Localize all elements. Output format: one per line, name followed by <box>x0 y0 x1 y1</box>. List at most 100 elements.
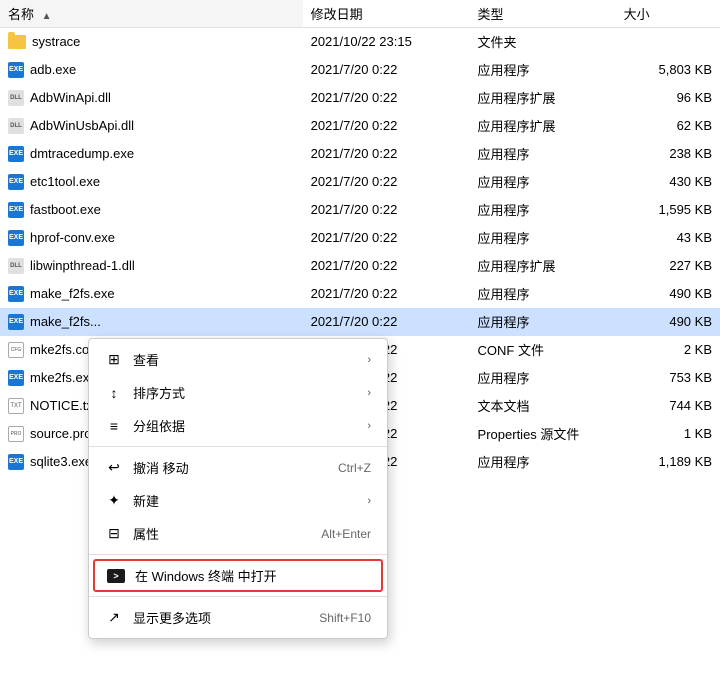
folder-icon <box>8 35 26 49</box>
ctx-shortcut-more: Shift+F10 <box>319 611 371 625</box>
file-type: 应用程序 <box>470 308 616 336</box>
ctx-arrow-view: › <box>367 354 371 366</box>
file-type: CONF 文件 <box>470 336 616 364</box>
table-row[interactable]: DLL libwinpthread-1.dll 2021/7/20 0:22 应… <box>0 252 720 280</box>
file-date: 2021/7/20 0:22 <box>303 112 470 140</box>
file-type: 应用程序 <box>470 196 616 224</box>
file-type: 文件夹 <box>470 28 616 56</box>
file-type: 应用程序扩展 <box>470 252 616 280</box>
file-date: 2021/7/20 0:22 <box>303 308 470 336</box>
table-row[interactable]: EXE dmtracedump.exe 2021/7/20 0:22 应用程序 … <box>0 140 720 168</box>
ctx-label-more: 显示更多选项 <box>133 608 309 627</box>
sort-arrow-icon: ▲ <box>42 11 52 22</box>
ctx-label-terminal: 在 Windows 终端 中打开 <box>135 566 369 585</box>
props-icon: ⊟ <box>105 525 123 543</box>
table-row[interactable]: EXE make_f2fs.exe 2021/7/20 0:22 应用程序 49… <box>0 280 720 308</box>
file-size: 744 KB <box>616 392 720 420</box>
table-row[interactable]: DLL AdbWinApi.dll 2021/7/20 0:22 应用程序扩展 … <box>0 84 720 112</box>
file-date: 2021/7/20 0:22 <box>303 84 470 112</box>
file-type: 应用程序 <box>470 140 616 168</box>
col-header-size[interactable]: 大小 <box>616 0 720 28</box>
ctx-label-group: 分组依据 <box>133 416 357 435</box>
table-row[interactable]: EXE fastboot.exe 2021/7/20 0:22 应用程序 1,5… <box>0 196 720 224</box>
ctx-item-sort[interactable]: ↕排序方式› <box>89 376 387 409</box>
file-date: 2021/7/20 0:22 <box>303 224 470 252</box>
file-name-cell: systrace <box>0 28 303 56</box>
context-menu-divider <box>89 554 387 555</box>
file-size: 1 KB <box>616 420 720 448</box>
terminal-icon <box>107 569 125 583</box>
file-type: 应用程序 <box>470 224 616 252</box>
file-date: 2021/7/20 0:22 <box>303 168 470 196</box>
file-name-cell: DLL AdbWinUsbApi.dll <box>0 112 303 140</box>
exe-icon: EXE <box>8 174 24 190</box>
file-type: 应用程序扩展 <box>470 84 616 112</box>
exe-icon: EXE <box>8 146 24 162</box>
ctx-item-undo[interactable]: ↩撤消 移动Ctrl+Z <box>89 451 387 484</box>
exe-icon: EXE <box>8 370 24 386</box>
exe-icon: EXE <box>8 202 24 218</box>
file-name-cell: EXE hprof-conv.exe <box>0 224 303 252</box>
ctx-item-new[interactable]: ✦新建› <box>89 484 387 517</box>
ctx-arrow-sort: › <box>367 387 371 399</box>
file-date: 2021/7/20 0:22 <box>303 140 470 168</box>
table-row[interactable]: DLL AdbWinUsbApi.dll 2021/7/20 0:22 应用程序… <box>0 112 720 140</box>
context-menu-divider <box>89 596 387 597</box>
file-name-cell: DLL AdbWinApi.dll <box>0 84 303 112</box>
file-type: 应用程序 <box>470 448 616 476</box>
file-size: 238 KB <box>616 140 720 168</box>
ctx-label-new: 新建 <box>133 491 357 510</box>
file-size: 1,189 KB <box>616 448 720 476</box>
dll-icon: DLL <box>8 118 24 134</box>
table-row[interactable]: EXE adb.exe 2021/7/20 0:22 应用程序 5,803 KB <box>0 56 720 84</box>
ctx-shortcut-properties: Alt+Enter <box>321 527 371 541</box>
file-name-cell: EXE make_f2fs.exe <box>0 280 303 308</box>
file-type: 应用程序 <box>470 364 616 392</box>
file-size: 227 KB <box>616 252 720 280</box>
dll-icon: DLL <box>8 90 24 106</box>
ctx-shortcut-undo: Ctrl+Z <box>338 461 371 475</box>
context-menu-divider <box>89 446 387 447</box>
exe-icon: EXE <box>8 454 24 470</box>
file-size: 62 KB <box>616 112 720 140</box>
exe-icon: EXE <box>8 62 24 78</box>
file-type: 应用程序 <box>470 168 616 196</box>
ctx-item-terminal[interactable]: 在 Windows 终端 中打开 <box>93 559 383 592</box>
file-size: 96 KB <box>616 84 720 112</box>
exe-icon: EXE <box>8 286 24 302</box>
table-row[interactable]: EXE hprof-conv.exe 2021/7/20 0:22 应用程序 4… <box>0 224 720 252</box>
col-header-date[interactable]: 修改日期 <box>303 0 470 28</box>
sort-icon: ↕ <box>105 384 123 402</box>
file-size <box>616 28 720 56</box>
col-header-type[interactable]: 类型 <box>470 0 616 28</box>
ctx-item-view[interactable]: ⊞ 查看 › <box>89 343 387 376</box>
ctx-label-view: 查看 <box>133 350 357 369</box>
file-type: 应用程序扩展 <box>470 112 616 140</box>
file-size: 2 KB <box>616 336 720 364</box>
txt-icon: TXT <box>8 398 24 414</box>
col-header-name[interactable]: 名称 ▲ <box>0 0 303 28</box>
ctx-arrow-new: › <box>367 495 371 507</box>
table-row[interactable]: EXE make_f2fs... 2021/7/20 0:22 应用程序 490… <box>0 308 720 336</box>
file-size: 490 KB <box>616 308 720 336</box>
file-name-cell: EXE fastboot.exe <box>0 196 303 224</box>
file-date: 2021/7/20 0:22 <box>303 252 470 280</box>
file-size: 43 KB <box>616 224 720 252</box>
ctx-label-properties: 属性 <box>133 524 311 543</box>
file-name-cell: EXE dmtracedump.exe <box>0 140 303 168</box>
exe-icon: EXE <box>8 314 24 330</box>
file-name-cell: EXE make_f2fs... <box>0 308 303 336</box>
table-row[interactable]: systrace 2021/10/22 23:15 文件夹 <box>0 28 720 56</box>
conf-icon: CFG <box>8 342 24 358</box>
ctx-item-group[interactable]: ≡分组依据› <box>89 409 387 442</box>
file-name-cell: DLL libwinpthread-1.dll <box>0 252 303 280</box>
prop-icon: PRO <box>8 426 24 442</box>
ctx-item-properties[interactable]: ⊟ 属性 Alt+Enter <box>89 517 387 550</box>
file-size: 1,595 KB <box>616 196 720 224</box>
context-menu: ⊞查看›↕排序方式›≡分组依据›↩撤消 移动Ctrl+Z✦新建›⊟属性Alt+E… <box>88 338 388 639</box>
file-size: 430 KB <box>616 168 720 196</box>
grid-icon: ⊞ <box>105 351 123 369</box>
more-icon: ↗ <box>105 609 123 627</box>
ctx-item-more[interactable]: ↗ 显示更多选项 Shift+F10 <box>89 601 387 634</box>
table-row[interactable]: EXE etc1tool.exe 2021/7/20 0:22 应用程序 430… <box>0 168 720 196</box>
